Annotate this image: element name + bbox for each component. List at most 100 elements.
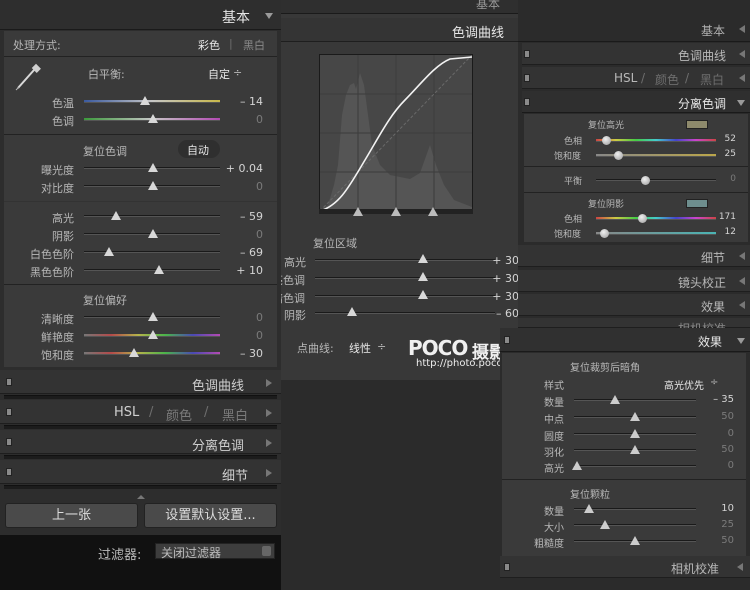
process-color[interactable]: 彩色: [198, 37, 220, 53]
curve-darks-thumb[interactable]: [418, 290, 428, 299]
right-hsl-expand-icon[interactable]: [739, 74, 745, 82]
vig-midpoint-thumb[interactable]: [630, 412, 640, 421]
hsl-toggle-icon[interactable]: [6, 408, 12, 416]
right-color-label[interactable]: 颜色: [655, 71, 679, 88]
right-split-collapse-icon[interactable]: [737, 100, 745, 106]
grain-roughness-thumb[interactable]: [630, 536, 640, 545]
tone-curve-graph[interactable]: [319, 54, 473, 212]
right-bw-label[interactable]: 黑白: [700, 71, 724, 88]
curve-highlights-slider[interactable]: [315, 259, 495, 261]
temp-slider[interactable]: [84, 100, 220, 103]
split-thumb-2[interactable]: [391, 207, 401, 216]
exposure-thumb[interactable]: [148, 163, 158, 172]
camera-toggle-icon[interactable]: [504, 563, 510, 571]
blacks-slider[interactable]: [84, 269, 220, 271]
contrast-value: 0: [256, 180, 263, 193]
curve-lights-slider[interactable]: [315, 277, 495, 279]
wb-value[interactable]: 自定: [208, 66, 230, 82]
vignette-style-value[interactable]: 高光优先: [664, 377, 704, 392]
grain-reset[interactable]: 复位颗粒: [570, 486, 610, 501]
grain-size-thumb[interactable]: [600, 520, 610, 529]
curve-lights-thumb[interactable]: [418, 272, 428, 281]
hsl-expand-icon[interactable]: [266, 409, 272, 417]
point-curve-value[interactable]: 线性: [349, 340, 371, 356]
saturation-thumb[interactable]: [129, 348, 139, 357]
tone-curve-toggle-icon[interactable]: [6, 378, 12, 386]
region-reset[interactable]: 复位区域: [313, 235, 357, 251]
grain-size-slider[interactable]: [574, 524, 696, 526]
blacks-thumb[interactable]: [154, 265, 164, 274]
right-hsl-label[interactable]: HSL: [614, 71, 637, 85]
camera-expand-icon[interactable]: [737, 563, 743, 571]
contrast-thumb[interactable]: [148, 181, 158, 190]
hl-sat-thumb[interactable]: [614, 151, 623, 160]
curve-shadows-slider[interactable]: [315, 312, 495, 314]
hsl-label[interactable]: HSL: [114, 405, 139, 420]
balance-thumb[interactable]: [641, 176, 650, 185]
sh-sat-thumb[interactable]: [600, 229, 609, 238]
point-curve-arrows[interactable]: ÷: [377, 340, 386, 353]
hl-color-swatch[interactable]: [686, 120, 708, 129]
vig-highlights-slider[interactable]: [574, 465, 696, 467]
sh-reset[interactable]: 复位阴影: [588, 197, 624, 210]
split-expand-icon[interactable]: [266, 439, 272, 447]
point-curve-label: 点曲线:: [297, 342, 334, 355]
split-thumb-3[interactable]: [428, 207, 438, 216]
split-toggle-icon[interactable]: [6, 438, 12, 446]
vibrance-thumb[interactable]: [148, 330, 158, 339]
tone-curve-expand-icon[interactable]: [266, 379, 272, 387]
process-bw[interactable]: 黑白: [243, 37, 265, 53]
previous-button[interactable]: 上一张: [5, 503, 138, 528]
presence-reset[interactable]: 复位偏好: [83, 292, 127, 308]
hl-sat-label: 饱和度: [554, 152, 582, 162]
set-default-button[interactable]: 设置默认设置...: [144, 503, 277, 528]
hl-reset[interactable]: 复位高光: [588, 118, 624, 131]
split-thumb-1[interactable]: [353, 207, 363, 216]
tone-reset[interactable]: 复位色调: [83, 143, 127, 159]
filter-arrows-icon[interactable]: [262, 546, 271, 556]
grain-amount-thumb[interactable]: [584, 504, 594, 513]
wb-arrows[interactable]: ÷: [233, 66, 242, 79]
saturation-label: 饱和度: [41, 349, 74, 362]
sh-hue-thumb[interactable]: [638, 214, 647, 223]
vignette-reset[interactable]: 复位裁剪后暗角: [570, 359, 640, 374]
vignette-style-label: 样式: [544, 381, 564, 392]
bw-label[interactable]: 黑白: [222, 405, 248, 424]
right-lens-expand-icon[interactable]: [739, 277, 745, 285]
right-detail-expand-icon[interactable]: [739, 252, 745, 260]
vignette-style-arrows[interactable]: ÷: [710, 377, 718, 388]
shadows-thumb[interactable]: [148, 229, 158, 238]
whites-thumb[interactable]: [104, 247, 114, 256]
saturation-slider[interactable]: [84, 352, 220, 355]
right-effects-expand-icon[interactable]: [739, 301, 745, 309]
clarity-thumb[interactable]: [148, 312, 158, 321]
tint-thumb[interactable]: [148, 114, 158, 123]
eyedropper-icon[interactable]: [12, 62, 46, 92]
effects-toggle-icon[interactable]: [504, 336, 510, 344]
vig-amount-thumb[interactable]: [610, 395, 620, 404]
highlights-slider[interactable]: [84, 215, 220, 217]
vig-highlights-thumb[interactable]: [572, 461, 582, 470]
vig-feather-label: 羽化: [544, 448, 564, 459]
right-curve-toggle-icon[interactable]: [524, 50, 530, 58]
curve-highlights-thumb[interactable]: [418, 254, 428, 263]
effects-collapse-icon[interactable]: [737, 338, 745, 344]
color-label[interactable]: 颜色: [166, 405, 192, 424]
vig-amount-slider[interactable]: [574, 399, 696, 401]
curve-darks-slider[interactable]: [315, 295, 495, 297]
highlights-thumb[interactable]: [111, 211, 121, 220]
right-effects-label: 效果: [701, 300, 726, 314]
curve-shadows-thumb[interactable]: [347, 307, 357, 316]
detail-expand-icon[interactable]: [266, 469, 272, 477]
basic-collapse-icon[interactable]: [265, 13, 273, 19]
right-split-toggle-icon[interactable]: [524, 98, 530, 106]
right-curve-expand-icon[interactable]: [739, 50, 745, 58]
right-basic-expand-icon[interactable]: [739, 25, 745, 33]
vig-roundness-thumb[interactable]: [630, 429, 640, 438]
detail-toggle-icon[interactable]: [6, 468, 12, 476]
hl-hue-thumb[interactable]: [602, 136, 611, 145]
sh-color-swatch[interactable]: [686, 199, 708, 208]
temp-thumb[interactable]: [140, 96, 150, 105]
right-hsl-toggle-icon[interactable]: [524, 74, 530, 82]
vig-feather-thumb[interactable]: [630, 445, 640, 454]
